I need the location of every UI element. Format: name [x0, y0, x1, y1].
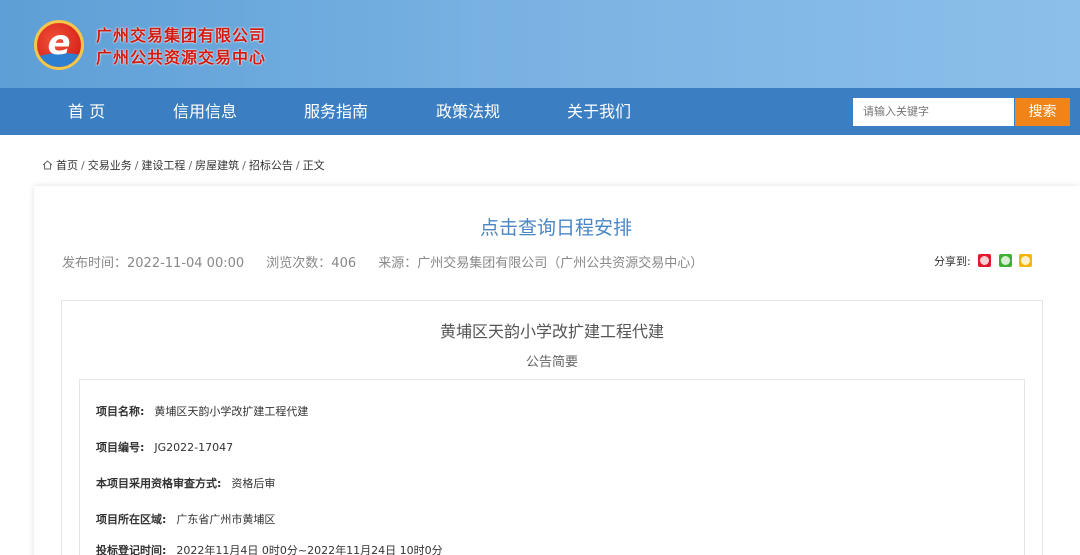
nav-item-about[interactable]: 关于我们: [567, 88, 631, 135]
notice-subtitle: 公告简要: [525, 355, 578, 370]
weibo-icon[interactable]: [978, 254, 992, 267]
nav-item-guide[interactable]: 服务指南: [304, 88, 368, 135]
field-value: JG2022-17047: [154, 441, 234, 454]
org-name[interactable]: 广州交易集团有限公司 广州公共资源交易中心: [96, 25, 266, 69]
breadcrumb-separator: /: [134, 159, 139, 172]
breadcrumb-separator: /: [242, 159, 246, 172]
field-value: 广东省广州市黄埔区: [176, 513, 276, 526]
home-icon: [42, 160, 53, 170]
field-value: 资格后审: [231, 477, 276, 490]
breadcrumb-separator: /: [81, 159, 85, 172]
field-review-method: 本项目采用资格审查方式: 资格后审: [96, 475, 275, 491]
field-key: 投标登记时间:: [96, 544, 167, 555]
field-region: 项目所在区域: 广东省广州市黄埔区: [96, 511, 275, 527]
project-title: 黄埔区天韵小学改扩建工程代建: [439, 322, 664, 341]
breadcrumb-current: 正文: [302, 159, 325, 172]
article-source: 来源：广州交易集团有限公司（广州公共资源交易中心）: [378, 256, 704, 271]
org-name-line1: 广州交易集团有限公司: [96, 26, 267, 45]
breadcrumb-separator: /: [295, 159, 300, 172]
qq-icon[interactable]: [1019, 254, 1033, 267]
wechat-icon[interactable]: [998, 254, 1012, 267]
publish-time: 发布时间：2022-11-04 00:00: [62, 256, 245, 271]
nav-item-home[interactable]: 首 页: [68, 88, 105, 135]
share-bar: 分享到:: [934, 253, 1033, 269]
breadcrumb: 首页 / 交易业务 / 建设工程 / 房屋建筑 / 招标公告 / 正文: [42, 157, 325, 173]
article-title[interactable]: 点击查询日程安排: [0, 213, 1080, 240]
field-value: 黄埔区天韵小学改扩建工程代建: [154, 405, 309, 418]
nav-item-policy[interactable]: 政策法规: [436, 88, 500, 135]
logo-letter: e: [47, 23, 71, 63]
field-key: 项目名称:: [96, 405, 145, 418]
article-meta: 发布时间：2022-11-04 00:00 浏览次数：406 来源：广州交易集团…: [62, 252, 721, 271]
share-label: 分享到:: [934, 255, 971, 268]
breadcrumb-tender[interactable]: 招标公告: [249, 159, 293, 172]
breadcrumb-construction[interactable]: 建设工程: [141, 159, 185, 172]
breadcrumb-trading[interactable]: 交易业务: [88, 159, 132, 172]
search-input[interactable]: [853, 98, 1014, 126]
field-project-code: 项目编号: JG2022-17047: [96, 439, 233, 455]
view-count: 浏览次数：406: [266, 256, 357, 271]
field-project-name: 项目名称: 黄埔区天韵小学改扩建工程代建: [96, 403, 308, 419]
breadcrumb-separator: /: [188, 159, 193, 172]
site-header: e 广州交易集团有限公司 广州公共资源交易中心: [0, 0, 1080, 88]
field-key: 本项目采用资格审查方式:: [96, 477, 222, 490]
field-key: 项目所在区域:: [96, 513, 167, 526]
field-key: 项目编号:: [96, 441, 145, 454]
field-value: 2022年11月4日 0时0分~2022年11月24日 10时0分: [176, 544, 443, 555]
nav-item-credit[interactable]: 信用信息: [173, 88, 237, 135]
e-logo-icon[interactable]: e: [34, 20, 84, 70]
org-name-line2: 广州公共资源交易中心: [96, 48, 267, 67]
breadcrumb-housing[interactable]: 房屋建筑: [195, 159, 239, 172]
breadcrumb-home[interactable]: 首页: [56, 159, 78, 172]
field-registration-time: 投标登记时间: 2022年11月4日 0时0分~2022年11月24日 10时0分: [96, 542, 443, 555]
search-button[interactable]: 搜索: [1015, 98, 1070, 126]
